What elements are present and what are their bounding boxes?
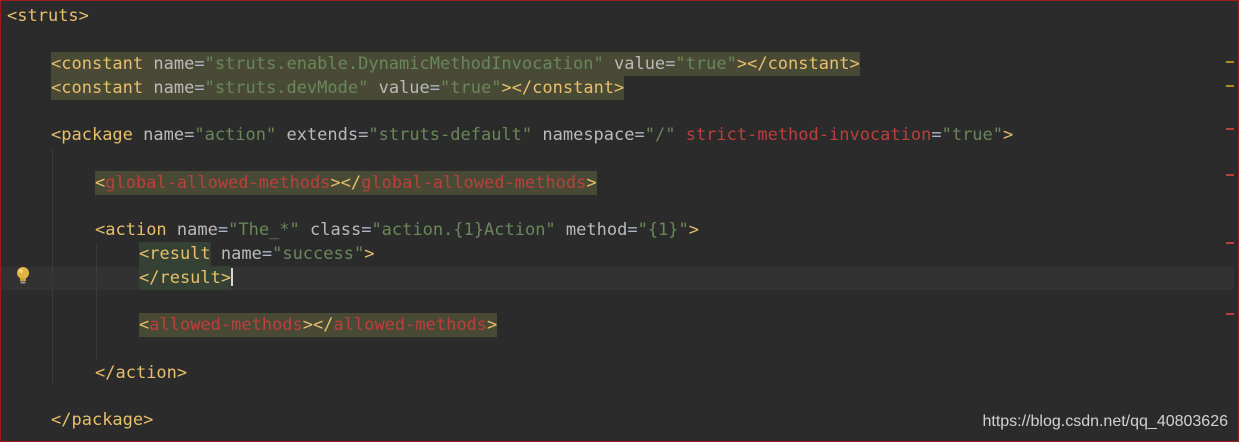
warning-stripe[interactable] <box>1226 61 1234 63</box>
code-token: "action" <box>194 125 277 145</box>
code-line[interactable]: </package> <box>51 408 153 432</box>
error-stripe[interactable] <box>1226 128 1234 130</box>
lightbulb-icon[interactable] <box>15 265 31 287</box>
code-token: "{1}" <box>637 220 689 240</box>
code-token: = <box>627 220 638 240</box>
code-token: > <box>586 171 597 195</box>
code-token: constant <box>61 76 144 100</box>
code-token: "struts.devMode" <box>204 76 369 100</box>
code-token: < <box>139 313 150 337</box>
code-token: "true" <box>440 76 502 100</box>
code-token: </result> <box>139 266 232 290</box>
code-token: > <box>849 52 860 76</box>
code-token: value <box>603 52 666 76</box>
code-token: < <box>95 171 106 195</box>
code-token: name <box>143 76 195 100</box>
code-token: global-allowed-methods <box>105 171 331 195</box>
code-token: = <box>931 125 942 145</box>
code-token: ></ <box>330 171 362 195</box>
code-line[interactable]: <struts> <box>7 4 89 28</box>
code-token: <result <box>139 242 211 266</box>
code-token: "/" <box>644 125 676 145</box>
code-token: < <box>95 220 106 240</box>
code-token: > <box>78 6 89 26</box>
error-stripe[interactable] <box>1226 313 1234 315</box>
code-token: > <box>176 363 188 383</box>
code-token: class <box>299 220 362 240</box>
code-token: ></ <box>501 76 533 100</box>
code-token: struts <box>17 6 79 26</box>
code-token: < <box>51 125 62 145</box>
code-token: value <box>368 76 430 100</box>
indent-guide <box>96 243 97 361</box>
code-token: ></ <box>302 313 334 337</box>
warning-stripe[interactable] <box>1226 85 1234 87</box>
code-token: = <box>429 76 441 100</box>
code-line[interactable]: </action> <box>95 361 187 385</box>
code-token: "The_*" <box>228 220 300 240</box>
code-token: namespace <box>532 125 635 145</box>
code-token: "action.{1}Action" <box>371 220 556 240</box>
code-token: "true" <box>675 52 737 76</box>
code-token: action <box>115 363 177 383</box>
code-token: global-allowed-methods <box>361 171 587 195</box>
code-line[interactable]: <constant name="struts.devMode" value="t… <box>51 76 625 100</box>
code-token: = <box>217 220 229 240</box>
text-cursor <box>231 268 234 286</box>
watermark: https://blog.csdn.net/qq_40803626 <box>982 413 1228 430</box>
code-token: < <box>51 76 62 100</box>
code-line[interactable]: <result name="success"> <box>139 242 374 266</box>
code-token: constant <box>61 52 144 76</box>
code-token: package <box>71 410 144 430</box>
code-line[interactable]: <global-allowed-methods></global-allowed… <box>95 171 597 195</box>
code-token: constant <box>767 52 850 76</box>
code-token: "success" <box>272 244 365 264</box>
code-token: package <box>61 125 133 145</box>
code-token: = <box>194 76 205 100</box>
code-token: = <box>184 125 195 145</box>
code-token: "struts.enable.DynamicMethodInvocation" <box>204 52 604 76</box>
code-token: name <box>166 220 218 240</box>
code-token: > <box>614 76 625 100</box>
code-token: action <box>105 220 167 240</box>
code-line[interactable]: <action name="The_*" class="action.{1}Ac… <box>95 218 699 242</box>
code-token: > <box>688 220 700 240</box>
error-stripe[interactable] <box>1226 174 1234 176</box>
code-token: method <box>555 220 628 240</box>
code-token: = <box>194 52 205 76</box>
code-token: strict-method-invocation <box>675 125 932 145</box>
code-token: > <box>487 313 498 337</box>
code-token: "struts-default" <box>368 125 533 145</box>
code-token: allowed-methods <box>333 313 488 337</box>
code-line[interactable]: <allowed-methods></allowed-methods> <box>139 313 498 337</box>
code-token: extends <box>276 125 359 145</box>
code-token: constant <box>532 76 615 100</box>
code-token: name <box>143 52 195 76</box>
code-token: = <box>665 52 676 76</box>
code-token: > <box>143 410 154 430</box>
code-line[interactable]: </result> <box>139 266 234 290</box>
code-token: "true" <box>941 125 1004 145</box>
code-token: > <box>1003 125 1014 145</box>
code-token: = <box>634 125 645 145</box>
code-token: </ <box>51 410 72 430</box>
code-token: allowed-methods <box>149 313 303 337</box>
code-token: ></ <box>736 52 768 76</box>
code-line[interactable]: <constant name="struts.enable.DynamicMet… <box>51 52 860 76</box>
code-token: name <box>210 244 262 264</box>
code-line[interactable]: <package name="action" extends="struts-d… <box>51 123 1013 147</box>
code-token: < <box>7 6 18 26</box>
code-token: = <box>361 220 372 240</box>
code-token: </ <box>95 363 116 383</box>
code-token: > <box>364 244 375 264</box>
code-token: < <box>51 52 62 76</box>
error-stripe[interactable] <box>1226 242 1234 244</box>
indent-guide <box>52 149 53 385</box>
code-token: = <box>358 125 369 145</box>
code-token: name <box>132 125 185 145</box>
code-token: = <box>261 244 273 264</box>
code-editor[interactable]: <struts> <constant name="struts.enable.Dy… <box>0 0 1239 442</box>
